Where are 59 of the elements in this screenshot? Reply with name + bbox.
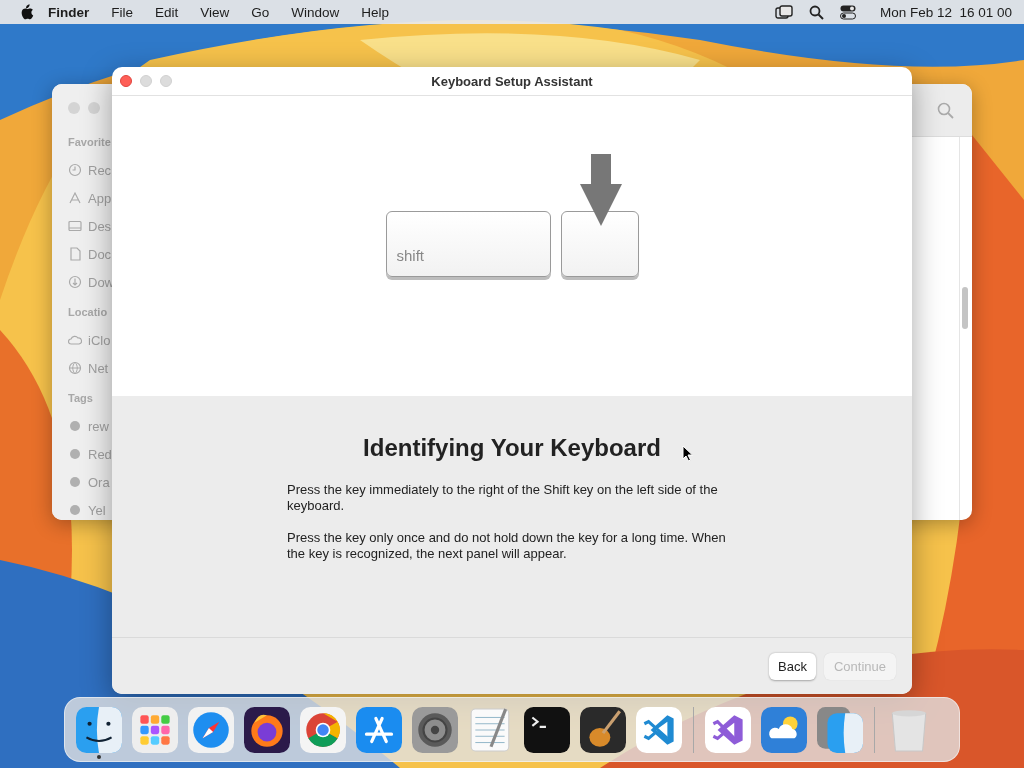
shift-key: shift	[385, 211, 551, 277]
sidebar-item[interactable]: App	[88, 190, 112, 206]
ide-icon[interactable]	[705, 706, 751, 753]
sidebar-item[interactable]: Rec	[88, 162, 112, 178]
launchpad-icon[interactable]	[132, 706, 178, 753]
browser-icon[interactable]	[300, 706, 346, 753]
code-editor-icon[interactable]	[636, 706, 682, 753]
tag-dot	[70, 505, 80, 515]
sidebar-item[interactable]: Des	[88, 218, 112, 234]
scrollbar-thumb[interactable]	[962, 287, 968, 329]
guitar-icon[interactable]	[580, 706, 626, 753]
sidebar-item[interactable]: Yel	[88, 502, 106, 518]
settings-icon[interactable]	[412, 706, 458, 753]
down-arrow-icon	[579, 154, 622, 226]
menu-item[interactable]: View	[189, 4, 241, 20]
compass-icon[interactable]	[188, 706, 234, 753]
sidebar-item[interactable]: Ora	[88, 474, 110, 490]
globe-icon	[68, 361, 82, 375]
pointer-icon	[682, 445, 694, 462]
terminal-icon[interactable]	[524, 706, 570, 753]
desktop-icon	[68, 219, 82, 233]
weather-icon[interactable]	[761, 706, 807, 753]
clock-icon	[68, 163, 82, 177]
sidebar-heading: Tags	[68, 392, 94, 406]
app-store-icon[interactable]	[356, 706, 402, 753]
menu-item[interactable]: Edit	[144, 4, 190, 20]
sidebar-heading: Locatio	[68, 306, 109, 320]
cloud-icon	[68, 333, 82, 347]
sidebar-heading: Favorite	[68, 136, 112, 150]
back-button[interactable]: Back	[769, 652, 816, 680]
apple-icon[interactable]	[20, 4, 34, 20]
finder-icon[interactable]	[76, 706, 122, 753]
running-indicator	[97, 754, 101, 759]
sidebar-item[interactable]: Doc	[88, 246, 112, 262]
tag-dot	[70, 477, 80, 487]
document-icon	[68, 247, 82, 261]
sidebar-item[interactable]: Net	[88, 360, 109, 376]
search-icon[interactable]	[808, 4, 824, 20]
download-icon	[68, 275, 82, 289]
heading: Identifying Your Keyboard	[363, 434, 661, 462]
sidebar-item[interactable]: rew	[88, 418, 109, 434]
window-title: Keyboard Setup Assistant	[431, 73, 593, 89]
sidebar-item[interactable]: Red	[88, 446, 112, 462]
sidebar-item[interactable]: iClo	[88, 332, 111, 348]
control-center-icon[interactable]	[839, 4, 856, 20]
menu-item[interactable]: Window	[280, 4, 351, 20]
instruction-text: Press the key immediately to the right of the Shift key on the left side of the keyboard.	[287, 482, 719, 514]
app-menu[interactable]: Finder	[34, 4, 101, 20]
close-button[interactable]	[120, 75, 132, 87]
tag-dot	[70, 449, 80, 459]
tag-dot	[70, 421, 80, 431]
app-store-icon	[68, 191, 82, 205]
clock[interactable]: Mon Feb 12 16 01 00	[879, 4, 1012, 20]
fox-icon[interactable]	[244, 706, 290, 753]
windows-icon[interactable]	[774, 4, 793, 20]
menu-item[interactable]: File	[100, 4, 145, 20]
menu-item[interactable]: Help	[350, 4, 401, 20]
menu-item[interactable]: Go	[240, 4, 281, 20]
instruction-text: Press the key only once and do not hold down the key for a long time. When the key is recognized, the next panel will appear.	[287, 530, 727, 562]
